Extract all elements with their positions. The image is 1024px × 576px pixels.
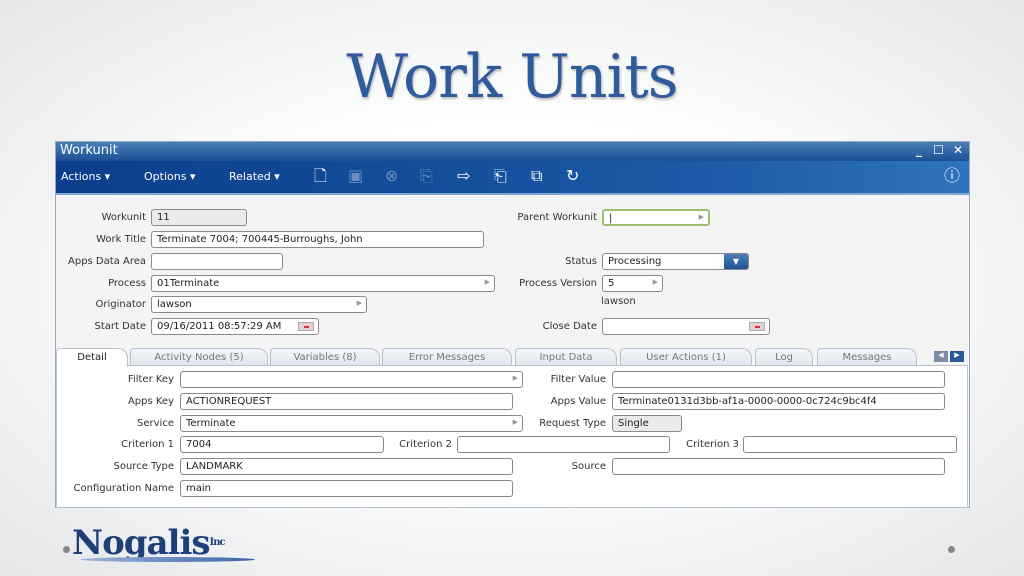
title-bar: Workunit _ ☐ ✕: [56, 142, 969, 161]
start-date-field[interactable]: 09/16/2011 08:57:29 AM: [151, 318, 319, 335]
export-icon[interactable]: ⇨: [457, 167, 470, 185]
arrow-right-icon: ▶: [652, 278, 658, 286]
criterion-2-label: Criterion 2: [399, 439, 452, 450]
status-label: Status: [565, 256, 597, 267]
save-icon[interactable]: ▣: [348, 167, 363, 185]
arrow-right-icon: ▶: [356, 299, 362, 307]
tab-variables[interactable]: Variables (8): [270, 348, 380, 366]
originator-field[interactable]: lawson ▶: [151, 296, 367, 313]
minimize-icon[interactable]: _: [916, 143, 922, 157]
source-field[interactable]: [612, 458, 945, 475]
work-title-label: Work Title: [96, 234, 146, 245]
apps-value-label: Apps Value: [550, 396, 606, 407]
toolbar: Actions ▾ Options ▾ Related ▾ 🗋 ▣ ⊗ ⎘ ⇨ …: [56, 161, 969, 195]
workunit-label: Workunit: [101, 212, 146, 223]
criterion-1-label: Criterion 1: [121, 439, 174, 450]
process-version-label: Process Version: [519, 278, 597, 289]
refresh-icon[interactable]: ↻: [566, 167, 579, 185]
close-icon[interactable]: ✕: [953, 143, 963, 157]
status-select[interactable]: Processing ▼: [602, 253, 749, 270]
tab-scroll-right-icon[interactable]: ▶: [950, 351, 964, 362]
tab-log[interactable]: Log: [755, 348, 813, 366]
parent-workunit-label: Parent Workunit: [517, 212, 597, 223]
calendar-icon[interactable]: [749, 322, 765, 331]
criterion-3-label: Criterion 3: [686, 439, 739, 450]
apps-data-area-label: Apps Data Area: [68, 256, 146, 267]
options-menu[interactable]: Options ▾: [144, 170, 195, 183]
process-value: 01Terminate: [157, 278, 220, 289]
arrow-right-icon: ▶: [698, 213, 704, 221]
start-date-value: 09/16/2011 08:57:29 AM: [157, 321, 282, 332]
related-menu[interactable]: Related ▾: [229, 170, 280, 183]
source-type-field[interactable]: LANDMARK: [180, 458, 513, 475]
originator-name: lawson: [601, 296, 636, 307]
process-field[interactable]: 01Terminate ▶: [151, 275, 495, 292]
arrow-right-icon: ▶: [512, 418, 518, 426]
configuration-name-label: Configuration Name: [73, 483, 175, 494]
process-version-field[interactable]: 5 ▶: [602, 275, 663, 292]
source-type-label: Source Type: [113, 461, 175, 472]
filter-value-field[interactable]: [612, 371, 945, 388]
bullet-dot: [948, 546, 955, 553]
parent-workunit-value: |: [609, 213, 613, 224]
apps-key-label: Apps Key: [127, 396, 174, 407]
filter-key-label: Filter Key: [127, 374, 174, 385]
logo-swoosh: [80, 557, 255, 562]
process-version-value: 5: [608, 278, 615, 289]
close-date-field[interactable]: [602, 318, 770, 335]
apps-value-field[interactable]: Terminate0131d3bb-af1a-0000-0000-0c724c9…: [612, 393, 945, 410]
actions-menu[interactable]: Actions ▾: [61, 170, 110, 183]
criterion-1-field[interactable]: 7004: [180, 436, 384, 453]
tab-input-data[interactable]: Input Data: [515, 348, 617, 366]
window-title: Workunit: [60, 143, 118, 158]
apps-key-field[interactable]: ACTIONREQUEST: [180, 393, 513, 410]
work-title-field[interactable]: Terminate 7004; 700445-Burroughs, John: [151, 231, 484, 248]
service-label: Service: [137, 418, 174, 429]
parent-workunit-field[interactable]: | ▶: [602, 209, 710, 226]
request-type-label: Request Type: [539, 418, 606, 429]
help-icon[interactable]: ⓘ: [944, 167, 960, 185]
apps-data-area-field[interactable]: [151, 253, 283, 270]
delete-icon[interactable]: ⊗: [385, 167, 398, 185]
arrow-right-icon: ▶: [512, 374, 518, 382]
tab-error-messages[interactable]: Error Messages: [382, 348, 512, 366]
tab-activity-nodes[interactable]: Activity Nodes (5): [130, 348, 268, 366]
duplicate-icon[interactable]: ⧉: [531, 167, 542, 185]
new-icon[interactable]: 🗋: [314, 167, 327, 185]
tab-scroll-left-icon[interactable]: ◀: [934, 351, 948, 362]
calendar-icon[interactable]: [298, 322, 314, 331]
workunit-field[interactable]: 11: [151, 209, 247, 226]
close-date-label: Close Date: [542, 321, 597, 332]
tab-messages[interactable]: Messages: [817, 348, 917, 366]
status-value: Processing: [608, 256, 662, 267]
request-type-field[interactable]: Single: [612, 415, 682, 432]
source-label: Source: [571, 461, 606, 472]
service-field[interactable]: Terminate ▶: [180, 415, 523, 432]
nogalis-logo: NogalisInc: [72, 525, 255, 562]
tab-detail[interactable]: Detail: [56, 348, 128, 367]
bullet-dot: [63, 546, 70, 553]
logo-suffix: Inc: [209, 537, 226, 548]
criterion-2-field[interactable]: [457, 436, 670, 453]
originator-label: Originator: [95, 299, 146, 310]
open-icon[interactable]: ⎗: [494, 167, 507, 185]
service-value: Terminate: [186, 418, 236, 429]
slide-title: Work Units: [346, 42, 678, 112]
maximize-icon[interactable]: ☐: [933, 143, 944, 157]
chevron-down-icon[interactable]: ▼: [724, 254, 748, 269]
tab-user-actions[interactable]: User Actions (1): [620, 348, 752, 366]
criterion-3-field[interactable]: [743, 436, 957, 453]
copy-icon[interactable]: ⎘: [420, 167, 433, 185]
process-label: Process: [108, 278, 146, 289]
filter-key-field[interactable]: ▶: [180, 371, 523, 388]
arrow-right-icon: ▶: [484, 278, 490, 286]
configuration-name-field[interactable]: main: [180, 480, 513, 497]
start-date-label: Start Date: [94, 321, 146, 332]
filter-value-label: Filter Value: [550, 374, 606, 385]
originator-value: lawson: [157, 299, 192, 310]
